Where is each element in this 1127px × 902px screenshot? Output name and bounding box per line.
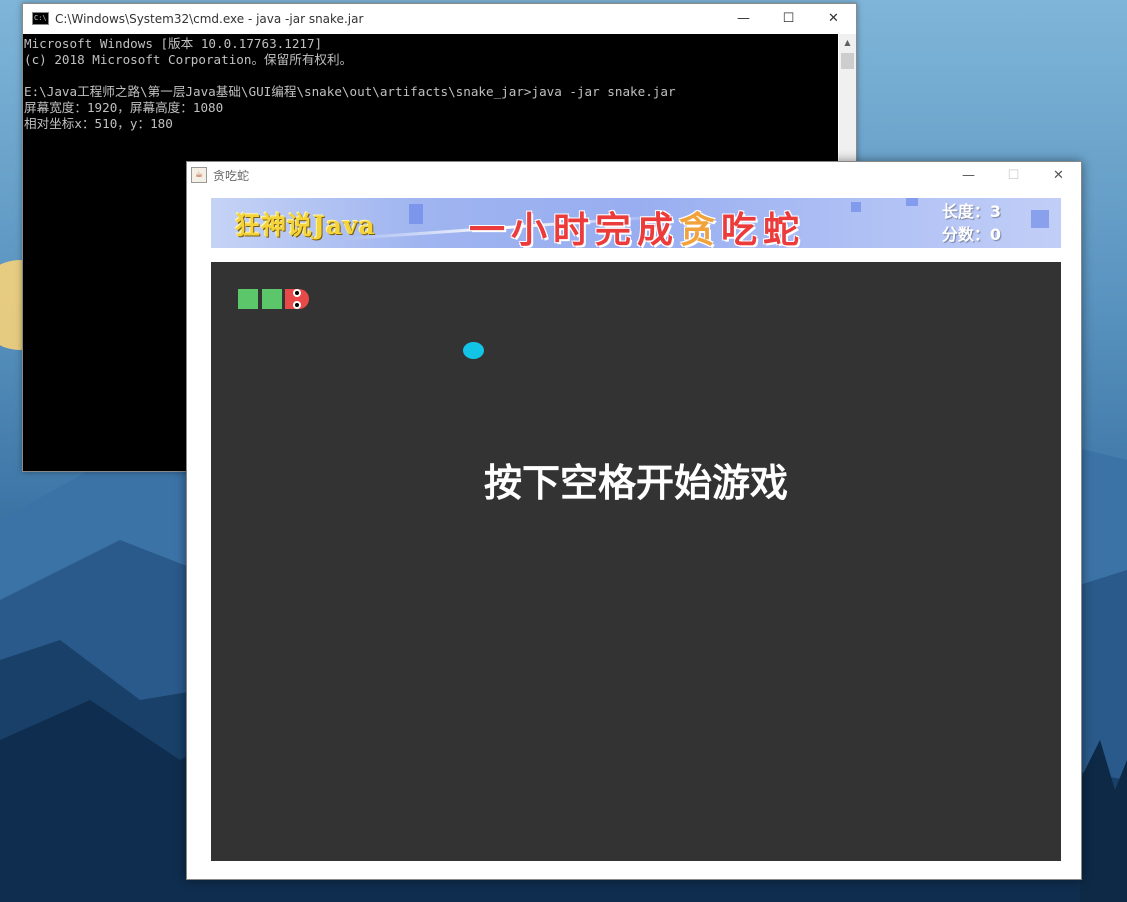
banner-decoration bbox=[851, 202, 861, 212]
start-prompt: 按下空格开始游戏 bbox=[483, 463, 788, 505]
score-label: 分数：0 bbox=[941, 225, 1001, 244]
console-line: (c) 2018 Microsoft Corporation。保留所有权利。 bbox=[24, 52, 353, 67]
cmd-app-icon: C:\ bbox=[32, 12, 49, 25]
maximize-icon[interactable]: ☐ bbox=[766, 4, 811, 33]
console-line: Microsoft Windows [版本 10.0.17763.1217] bbox=[24, 36, 323, 51]
banner-decoration bbox=[1031, 210, 1049, 228]
cmd-title-text: C:\Windows\System32\cmd.exe - java -jar … bbox=[55, 11, 364, 26]
minimize-icon[interactable]: — bbox=[946, 162, 991, 188]
food-pellet bbox=[463, 342, 484, 359]
cmd-titlebar[interactable]: C:\ C:\Windows\System32\cmd.exe - java -… bbox=[23, 4, 856, 33]
banner-brand-text: 狂神说Java bbox=[235, 211, 376, 240]
headline-part-c: 吃蛇 bbox=[721, 210, 806, 248]
game-titlebar[interactable]: ☕ 贪吃蛇 — ☐ ✕ bbox=[187, 162, 1081, 188]
headline-part-a: 一小时完成 bbox=[469, 210, 680, 248]
length-label: 长度：3 bbox=[941, 202, 1001, 221]
game-header-banner: 狂神说Java 一小时完成贪吃蛇 长度：3 分数：0 bbox=[211, 198, 1061, 248]
snake-body-segment bbox=[238, 289, 258, 309]
game-board[interactable]: 按下空格开始游戏 bbox=[211, 262, 1061, 861]
score-panel: 长度：3 分数：0 bbox=[942, 200, 1001, 246]
close-icon[interactable]: ✕ bbox=[811, 4, 856, 33]
close-icon[interactable]: ✕ bbox=[1036, 162, 1081, 188]
banner-decoration bbox=[409, 204, 423, 224]
console-line: 相对坐标x：510，y：180 bbox=[24, 116, 173, 131]
scrollbar-thumb[interactable] bbox=[841, 53, 854, 69]
console-line: 屏幕宽度：1920，屏幕高度：1080 bbox=[24, 100, 224, 115]
game-title-text: 贪吃蛇 bbox=[213, 168, 250, 183]
maximize-icon[interactable]: ☐ bbox=[991, 162, 1036, 188]
java-app-icon: ☕ bbox=[191, 167, 207, 183]
console-line: E:\Java工程师之路\第一层Java基础\GUI编程\snake\out\a… bbox=[24, 84, 676, 99]
snake-body-segment bbox=[262, 289, 282, 309]
headline-part-b: 贪 bbox=[679, 210, 722, 248]
scroll-up-arrow-icon[interactable]: ▲ bbox=[839, 34, 856, 51]
snake-head-icon bbox=[285, 289, 309, 309]
banner-decoration bbox=[906, 198, 918, 206]
snake-game-window[interactable]: ☕ 贪吃蛇 — ☐ ✕ 狂神说Java 一小时完成贪吃蛇 长度：3 分数：0 按… bbox=[186, 161, 1082, 880]
banner-headline: 一小时完成贪吃蛇 bbox=[469, 201, 805, 248]
minimize-icon[interactable]: — bbox=[721, 4, 766, 33]
